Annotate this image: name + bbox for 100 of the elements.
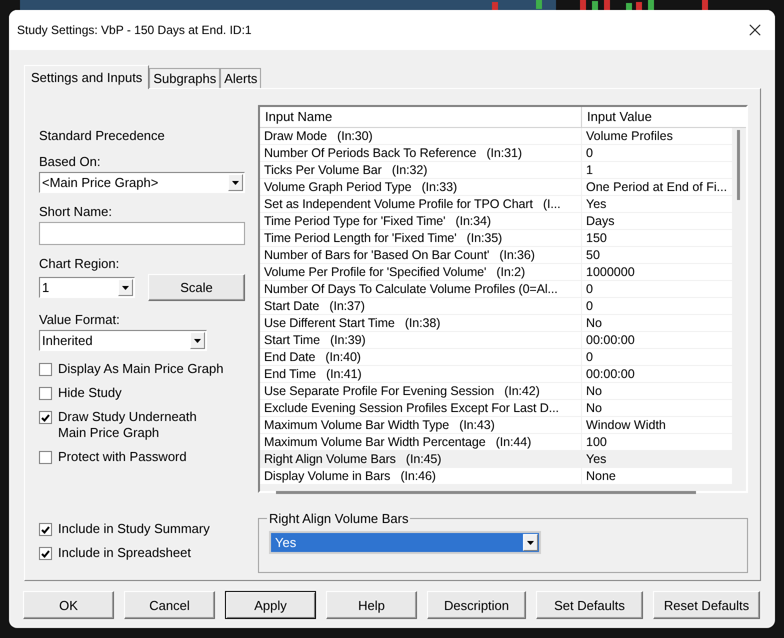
- table-row[interactable]: Use Different Start Time (In:38) No: [260, 315, 732, 332]
- input-field[interactable]: [39, 222, 245, 245]
- input-name-cell: End Date (In:40): [260, 349, 582, 365]
- table-row[interactable]: Time Period Length for 'Fixed Time' (In:35) 150: [260, 230, 732, 247]
- input-value-cell-text: 100: [585, 434, 608, 450]
- input-name-cell: Ticks Per Volume Bar (In:32): [260, 162, 582, 178]
- checkbox[interactable]: [39, 363, 52, 376]
- input-value-cell-text: 0: [585, 281, 594, 297]
- input-name-cell: Display Volume in Bars (In:46): [260, 468, 582, 484]
- table-row[interactable]: Ticks Per Volume Bar (In:32) 1: [260, 162, 732, 179]
- input-name-cell: Number Of Periods Back To Reference (In:31): [260, 145, 582, 161]
- input-value-cell-text: 00:00:00: [585, 332, 636, 348]
- scrollbar-thumb[interactable]: [737, 130, 740, 200]
- window-title: Study Settings: VbP - 150 Days at End. ID:1: [17, 23, 252, 37]
- dialog-button[interactable]: Set Defaults: [536, 591, 643, 619]
- input-name-cell: Time Period Length for 'Fixed Time' (In:35): [260, 230, 582, 246]
- input-value-cell-text: 1: [585, 162, 594, 178]
- input-value-cell-text: Yes: [585, 451, 608, 467]
- input-name-cell: Number of Bars for 'Based On Bar Count' (In:36): [260, 247, 582, 263]
- dropdown[interactable]: Yes: [269, 531, 541, 554]
- checkbox-label: Hide Study: [58, 385, 123, 401]
- input-value-cell-text: 00:00:00: [585, 366, 636, 382]
- table-row[interactable]: Use Separate Profile For Evening Session (In:42) No: [260, 383, 732, 400]
- scale-button[interactable]: Scale: [148, 274, 245, 301]
- input-name-cell: Maximum Volume Bar Width Percentage (In:44): [260, 434, 582, 450]
- checkbox[interactable]: [39, 523, 52, 536]
- dialog-button[interactable]: Cancel: [124, 591, 215, 619]
- input-value-cell-text: No: [585, 383, 603, 399]
- field-label: Based On:: [39, 154, 102, 169]
- input-value-cell-text: Yes: [585, 196, 608, 212]
- input-name-cell: Right Align Volume Bars (In:45): [260, 451, 582, 467]
- tab[interactable]: Alerts: [220, 68, 262, 88]
- table-row[interactable]: Exclude Evening Session Profiles Except For Last D... No: [260, 400, 732, 417]
- table-row[interactable]: Volume Graph Period Type (In:33) One Period at End of Fi...: [260, 179, 732, 196]
- dropdown[interactable]: 1: [39, 277, 135, 298]
- input-value-cell-text: 50: [585, 247, 601, 263]
- input-value-cell-text: 0: [585, 349, 594, 365]
- column-header[interactable]: Input Value: [582, 107, 732, 127]
- caret-icon: [122, 286, 129, 290]
- table-row[interactable]: Set as Independent Volume Profile for TPO Chart (I... Yes: [260, 196, 732, 213]
- dropdown[interactable]: Inherited: [39, 330, 207, 351]
- column-header[interactable]: Input Name: [260, 107, 582, 127]
- scrollbar-thumb[interactable]: [276, 491, 696, 494]
- input-value-cell-text: Days: [585, 213, 616, 229]
- table-row[interactable]: Right Align Volume Bars (In:45) Yes: [260, 451, 732, 468]
- caret-icon: [194, 338, 201, 342]
- checkbox-label: Include in Study Summary: [58, 521, 211, 537]
- tab[interactable]: Subgraphs: [149, 68, 220, 88]
- dialog-button[interactable]: Reset Defaults: [653, 591, 760, 619]
- input-name-cell: Time Period Type for 'Fixed Time' (In:34): [260, 213, 582, 229]
- dropdown[interactable]: <Main Price Graph>: [39, 172, 245, 193]
- dialog-button[interactable]: OK: [23, 591, 114, 619]
- input-name-cell: Draw Mode (In:30): [260, 128, 582, 144]
- table-row[interactable]: Draw Mode (In:30) Volume Profiles: [260, 128, 732, 145]
- checkbox[interactable]: [39, 387, 52, 400]
- checkbox[interactable]: [39, 411, 52, 424]
- close-icon[interactable]: [749, 24, 761, 36]
- field-label: Short Name:: [39, 204, 113, 219]
- input-name-cell: Number Of Days To Calculate Volume Profiles (0=Al...: [260, 281, 582, 297]
- dialog-button[interactable]: Description: [427, 591, 526, 619]
- table-row[interactable]: Number Of Days To Calculate Volume Profiles (0=Al... 0: [260, 281, 732, 298]
- input-name-cell: Volume Graph Period Type (In:33): [260, 179, 582, 195]
- input-value-cell-text: None: [585, 468, 617, 484]
- input-name-cell: Use Different Start Time (In:38): [260, 315, 582, 331]
- input-name-cell: Volume Per Profile for 'Specified Volume' (In:2): [260, 264, 582, 280]
- input-value-cell-text: 150: [585, 230, 608, 246]
- table-row[interactable]: End Date (In:40) 0: [260, 349, 732, 366]
- table-row[interactable]: Time Period Type for 'Fixed Time' (In:34) Days: [260, 213, 732, 230]
- dialog-button[interactable]: Help: [326, 591, 417, 619]
- checkbox[interactable]: [39, 547, 52, 560]
- input-name-cell: Start Time (In:39): [260, 332, 582, 348]
- field-label: Value Format:: [39, 312, 121, 327]
- dialog-button[interactable]: Apply: [225, 591, 316, 619]
- field-label: Chart Region:: [39, 256, 120, 271]
- checkbox-label: Display As Main Price Graph: [58, 361, 224, 377]
- checkbox-label: Protect with Password: [58, 449, 188, 465]
- input-value-cell-text: Volume Profiles: [585, 128, 674, 144]
- table-row[interactable]: Volume Per Profile for 'Specified Volume' (In:2) 1000000: [260, 264, 732, 281]
- input-name-cell: Exclude Evening Session Profiles Except For Last D...: [260, 400, 582, 416]
- input-name-cell: Maximum Volume Bar Width Type (In:43): [260, 417, 582, 433]
- table-row[interactable]: Start Date (In:37) 0: [260, 298, 732, 315]
- caret-icon: [232, 180, 239, 184]
- table-row[interactable]: Number Of Periods Back To Reference (In:31) 0: [260, 145, 732, 162]
- input-name-cell: Use Separate Profile For Evening Session (In:42): [260, 383, 582, 399]
- table-row[interactable]: End Time (In:41) 00:00:00: [260, 366, 732, 383]
- input-value-cell-text: 1000000: [585, 264, 636, 280]
- input-value-cell-text: One Period at End of Fi...: [585, 179, 728, 195]
- table-row[interactable]: Start Time (In:39) 00:00:00: [260, 332, 732, 349]
- table-row[interactable]: Maximum Volume Bar Width Type (In:43) Window Width: [260, 417, 732, 434]
- table-row[interactable]: Number of Bars for 'Based On Bar Count' (In:36) 50: [260, 247, 732, 264]
- checkbox[interactable]: [39, 451, 52, 464]
- input-value-cell-text: Window Width: [585, 417, 667, 433]
- caret-icon: [527, 540, 534, 544]
- input-value-cell-text: No: [585, 315, 603, 331]
- input-value-cell-text: 0: [585, 145, 594, 161]
- input-name-cell: End Time (In:41): [260, 366, 582, 382]
- table-row[interactable]: Display Volume in Bars (In:46) None: [260, 468, 732, 485]
- input-name-cell: Set as Independent Volume Profile for TPO Chart (I...: [260, 196, 582, 212]
- precedence-label: Standard Precedence: [39, 128, 166, 143]
- tab[interactable]: Settings and Inputs: [24, 65, 150, 89]
